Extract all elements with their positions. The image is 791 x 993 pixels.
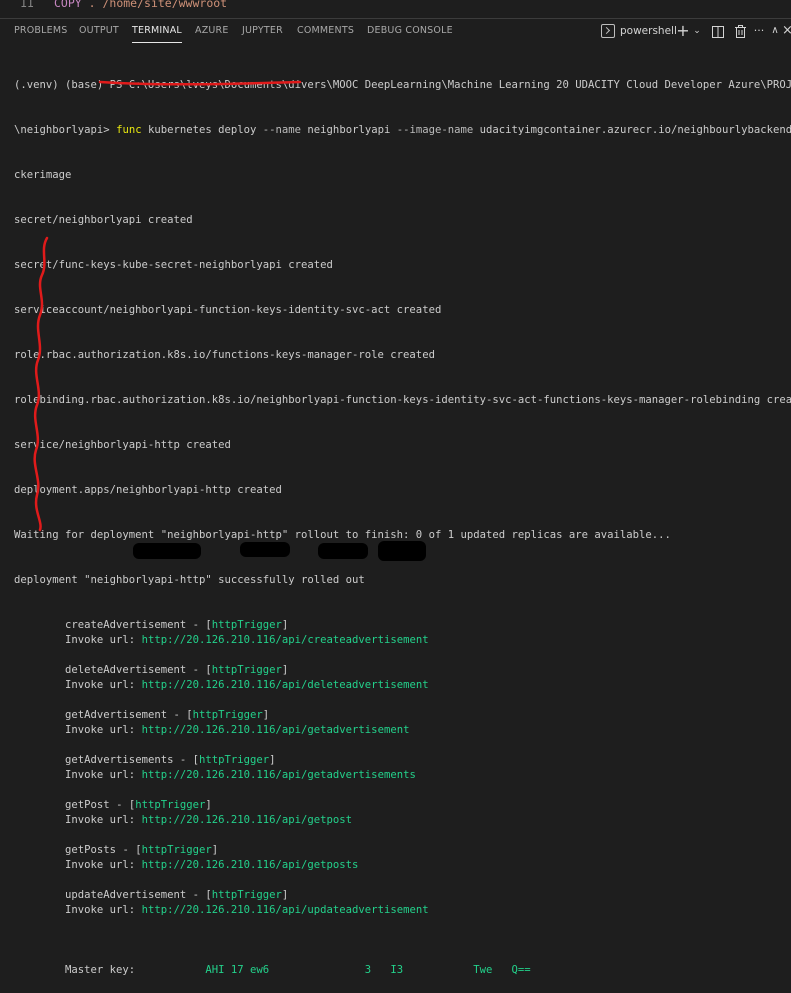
- invoke-url-line: Invoke url: http://20.126.210.116/api/up…: [14, 903, 786, 918]
- invoke-label: Invoke url:: [65, 724, 142, 736]
- function-list: createAdvertisement - [httpTrigger] Invo…: [14, 618, 786, 933]
- master-key-value: AHI 17 ew6 3 I3 Twe Q==: [141, 964, 531, 976]
- function-entry: getPosts - [httpTrigger]: [65, 844, 219, 856]
- invoke-url-link[interactable]: http://20.126.210.116/api/updateadvertis…: [142, 904, 429, 916]
- tab-azure[interactable]: AZURE: [195, 19, 229, 43]
- invoke-url-line: Invoke url: http://20.126.210.116/api/cr…: [14, 633, 786, 648]
- output-line: role.rbac.authorization.k8s.io/functions…: [14, 349, 435, 361]
- invoke-url-line: Invoke url: http://20.126.210.116/api/de…: [14, 678, 786, 693]
- invoke-label: Invoke url:: [65, 904, 142, 916]
- line-number: 11: [20, 0, 34, 10]
- tab-jupyter[interactable]: JUPYTER: [242, 19, 283, 43]
- invoke-url-link[interactable]: http://20.126.210.116/api/deleteadvertis…: [142, 679, 429, 691]
- command-func: func: [116, 124, 142, 136]
- function-name: getAdvertisement: [65, 709, 168, 721]
- invoke-label: Invoke url:: [65, 634, 142, 646]
- function-name: getPosts: [65, 844, 117, 856]
- invoke-url-link[interactable]: http://20.126.210.116/api/getadvertiseme…: [142, 724, 410, 736]
- function-entry: getAdvertisement - [httpTrigger]: [65, 709, 270, 721]
- invoke-url-line: Invoke url: http://20.126.210.116/api/ge…: [14, 813, 786, 828]
- trigger-type: httpTrigger: [211, 664, 282, 676]
- code-keyword: COPY: [54, 0, 82, 10]
- output-line: service/neighborlyapi-http created: [14, 439, 231, 451]
- redaction-mark: [240, 542, 290, 557]
- function-name: createAdvertisement: [65, 619, 187, 631]
- output-line: secret/func-keys-kube-secret-neighborlya…: [14, 259, 333, 271]
- redaction-mark: [133, 543, 201, 559]
- function-name: deleteAdvertisement: [65, 664, 187, 676]
- flag-name: --name: [256, 124, 302, 136]
- ellipsis-icon[interactable]: ···: [753, 21, 765, 41]
- flag-image-name: --image-name: [390, 124, 474, 136]
- prompt-path: \neighborlyapi>: [14, 124, 117, 136]
- trigger-type: httpTrigger: [211, 619, 282, 631]
- command-line-wrap: ckerimage: [14, 169, 72, 181]
- tab-terminal[interactable]: TERMINAL: [132, 19, 182, 43]
- split-terminal-icon[interactable]: [711, 21, 725, 41]
- tab-debug-console[interactable]: DEBUG CONSOLE: [367, 19, 453, 43]
- flag-image-value: udacityimgcontainer.azurecr.io/neighbour…: [473, 124, 791, 136]
- trigger-type: httpTrigger: [135, 799, 206, 811]
- chevron-down-icon[interactable]: ⌄: [692, 21, 702, 41]
- output-line: secret/neighborlyapi created: [14, 214, 193, 226]
- trash-icon[interactable]: [733, 21, 747, 41]
- editor-area[interactable]: 11 COPY . /home/site/wwwroot: [0, 0, 791, 18]
- code-line[interactable]: COPY . /home/site/wwwroot: [54, 0, 227, 12]
- command-args: kubernetes deploy: [141, 124, 257, 136]
- invoke-url-line: Invoke url: http://20.126.210.116/api/ge…: [14, 723, 786, 738]
- command-line: \neighborlyapi> func kubernetes deploy -…: [14, 123, 791, 138]
- function-entry: deleteAdvertisement - [httpTrigger]: [65, 664, 289, 676]
- invoke-url-line: Invoke url: http://20.126.210.116/api/ge…: [14, 768, 786, 783]
- tab-problems[interactable]: PROBLEMS: [14, 19, 67, 43]
- invoke-url-link[interactable]: http://20.126.210.116/api/getadvertiseme…: [142, 769, 416, 781]
- master-key-line: Master key: AHI 17 ew6 3 I3 Twe Q==: [14, 963, 786, 978]
- trigger-type: httpTrigger: [141, 844, 212, 856]
- invoke-label: Invoke url:: [65, 679, 142, 691]
- function-entry: getPost - [httpTrigger]: [65, 799, 212, 811]
- trigger-type: httpTrigger: [198, 754, 270, 766]
- output-line: rolebinding.rbac.authorization.k8s.io/ne…: [14, 394, 791, 406]
- invoke-url-link[interactable]: http://20.126.210.116/api/getposts: [142, 859, 359, 871]
- plus-icon[interactable]: +: [676, 21, 690, 41]
- redaction-mark: [378, 541, 426, 561]
- function-name: getPost: [65, 799, 110, 811]
- maximize-panel-icon[interactable]: ∧: [769, 21, 781, 41]
- trigger-type: httpTrigger: [211, 889, 282, 901]
- terminal-shell-icon: [601, 24, 615, 38]
- trigger-type: httpTrigger: [192, 709, 263, 721]
- prompt-line: (.venv) (base) PS C:\Users\lveys\Documen…: [14, 79, 791, 91]
- master-key-label: Master key:: [65, 964, 142, 976]
- terminal-selector[interactable]: powershell: [601, 21, 677, 41]
- output-line: deployment "neighborlyapi-http" successf…: [14, 574, 365, 586]
- redaction-mark: [318, 543, 368, 559]
- invoke-url-link[interactable]: http://20.126.210.116/api/createadvertis…: [142, 634, 429, 646]
- output-line: serviceaccount/neighborlyapi-function-ke…: [14, 304, 442, 316]
- function-name: updateAdvertisement: [65, 889, 187, 901]
- function-entry: updateAdvertisement - [httpTrigger]: [65, 889, 289, 901]
- tab-comments[interactable]: COMMENTS: [297, 19, 354, 43]
- function-entry: createAdvertisement - [httpTrigger]: [65, 619, 289, 631]
- terminal-output[interactable]: (.venv) (base) PS C:\Users\lveys\Documen…: [14, 48, 791, 993]
- output-line: deployment.apps/neighborlyapi-http creat…: [14, 484, 282, 496]
- invoke-label: Invoke url:: [65, 814, 142, 826]
- invoke-label: Invoke url:: [65, 769, 142, 781]
- terminal-shell-name: powershell: [620, 25, 677, 37]
- code-text: . /home/site/wwwroot: [81, 0, 228, 10]
- invoke-url-line: Invoke url: http://20.126.210.116/api/ge…: [14, 858, 786, 873]
- function-entry: getAdvertisements - [httpTrigger]: [65, 754, 276, 766]
- close-icon[interactable]: ×: [782, 21, 791, 41]
- invoke-url-link[interactable]: http://20.126.210.116/api/getpost: [142, 814, 352, 826]
- flag-name-value: neighborlyapi: [301, 124, 391, 136]
- tab-output[interactable]: OUTPUT: [79, 19, 119, 43]
- invoke-label: Invoke url:: [65, 859, 142, 871]
- function-name: getAdvertisements: [65, 754, 174, 766]
